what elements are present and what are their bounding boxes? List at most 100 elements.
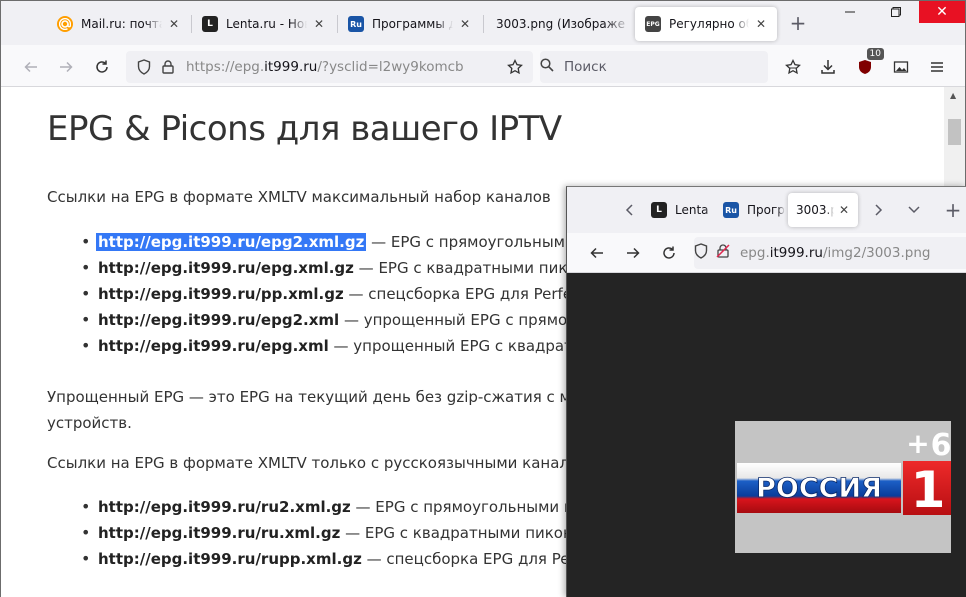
lenta-icon: L bbox=[202, 16, 218, 32]
scrollbar-thumb[interactable] bbox=[948, 119, 961, 145]
page-title: EPG & Picons для вашего IPTV bbox=[47, 109, 562, 149]
menu-button[interactable] bbox=[924, 54, 950, 80]
epg-link[interactable]: http://epg.it999.ru/ru2.xml.gz bbox=[98, 498, 351, 516]
tab-title: 3003.png (Изображе bbox=[496, 17, 625, 31]
shield-icon[interactable] bbox=[136, 59, 152, 75]
close-icon[interactable]: ✕ bbox=[457, 16, 473, 32]
tab-lenta[interactable]: L Lenta bbox=[641, 193, 713, 227]
list-all-tabs-button[interactable] bbox=[901, 197, 927, 223]
logo-plus: + bbox=[906, 427, 929, 460]
bookmark-star-icon[interactable] bbox=[507, 59, 523, 75]
link-description: — EPG с квадратными пикона bbox=[340, 524, 582, 542]
epg-link[interactable]: http://epg.it999.ru/epg2.xml bbox=[98, 311, 339, 329]
tab-title: Прогр bbox=[747, 203, 785, 217]
insecure-lock-icon[interactable] bbox=[716, 244, 730, 262]
navigation-toolbar: epg.it999.ru/img2/3003.png bbox=[567, 233, 966, 273]
chevron-left-icon bbox=[625, 204, 633, 216]
new-tab-button[interactable]: + bbox=[787, 13, 809, 35]
tab-epg-active[interactable]: EPG Регулярно обно ✕ bbox=[635, 7, 777, 41]
list-item: http://epg.it999.ru/rupp.xml.gz — спецсб… bbox=[76, 546, 583, 572]
logo-plus-number: 6 bbox=[931, 428, 951, 463]
image-viewer: РОССИЯ 1 + 6 bbox=[567, 273, 966, 597]
epg-link[interactable]: http://epg.it999.ru/rupp.xml.gz bbox=[98, 550, 362, 568]
tab-mailru[interactable]: Mail.ru: почта, п ✕ bbox=[47, 7, 190, 41]
back-button[interactable] bbox=[18, 54, 44, 80]
list-item: http://epg.it999.ru/epg2.xml — упрощенны… bbox=[76, 307, 589, 333]
link-description: — спецсборка EPG для Perf bbox=[361, 550, 581, 568]
url-domain: it999.ru bbox=[264, 59, 318, 75]
lock-icon[interactable] bbox=[160, 59, 176, 75]
back-arrow-icon bbox=[24, 61, 37, 73]
search-bar[interactable]: Поиск bbox=[540, 51, 768, 83]
epg-link[interactable]: http://epg.it999.ru/epg.xml.gz bbox=[98, 259, 354, 277]
tab-title: Lenta bbox=[675, 203, 709, 217]
maximize-button[interactable] bbox=[873, 1, 919, 23]
tab-strip: L Lenta Ru Прогр 3003.pn ✕ + bbox=[567, 187, 966, 233]
ru-links-list: http://epg.it999.ru/ru2.xml.gz — EPG с п… bbox=[76, 494, 583, 572]
window-close-button[interactable]: ✕ bbox=[919, 1, 965, 23]
tab-strip: Mail.ru: почта, п ✕ L Lenta.ru - Новос ✕… bbox=[1, 1, 965, 45]
tab-scroll-right-button[interactable] bbox=[865, 197, 891, 223]
ublock-extension-button[interactable]: 10 bbox=[852, 48, 884, 80]
address-bar[interactable]: https://epg.it999.ru/?ysclid=l2wy9komcb bbox=[126, 51, 533, 83]
search-placeholder: Поиск bbox=[564, 59, 607, 75]
simplified-epg-text: Упрощенный EPG — это EPG на текущий день… bbox=[47, 388, 581, 406]
minimize-button[interactable] bbox=[827, 1, 873, 23]
hamburger-icon bbox=[931, 62, 943, 72]
navigation-toolbar: https://epg.it999.ru/?ysclid=l2wy9komcb … bbox=[1, 45, 965, 87]
tab-scroll-left-button[interactable] bbox=[617, 197, 643, 223]
forward-button[interactable] bbox=[53, 54, 79, 80]
forward-button[interactable] bbox=[620, 240, 646, 266]
scroll-up-icon[interactable]: ▲ bbox=[950, 91, 956, 100]
back-arrow-icon bbox=[590, 247, 603, 259]
link-description: — упрощенный EPG с прямоу bbox=[339, 311, 577, 329]
url-prefix: https://epg. bbox=[186, 59, 265, 75]
link-description: — EPG с квадратными пико bbox=[353, 259, 577, 277]
epg-icon: EPG bbox=[645, 16, 661, 32]
tab-programs[interactable]: Ru Программы для ✕ bbox=[338, 7, 481, 41]
epg-link[interactable]: http://epg.it999.ru/epg2.xml.gz bbox=[96, 233, 367, 251]
close-icon[interactable]: ✕ bbox=[836, 202, 852, 218]
shield-icon[interactable] bbox=[694, 243, 708, 263]
url-text[interactable]: epg.it999.ru/img2/3003.png bbox=[740, 245, 930, 261]
tab-programs[interactable]: Ru Прогр bbox=[713, 193, 785, 227]
extension-button[interactable] bbox=[888, 54, 914, 80]
tab-title: Программы для bbox=[372, 17, 453, 31]
tab-title: Mail.ru: почта, п bbox=[81, 17, 162, 31]
tab-image[interactable]: 3003.png (Изображе bbox=[484, 7, 631, 41]
minimize-icon bbox=[845, 11, 855, 13]
ru-icon: Ru bbox=[723, 202, 739, 218]
url-path: /?ysclid=l2wy9komcb bbox=[317, 59, 464, 75]
address-bar[interactable]: epg.it999.ru/img2/3003.png bbox=[694, 237, 966, 269]
downloads-button[interactable] bbox=[815, 54, 841, 80]
list-item: http://epg.it999.ru/pp.xml.gz — спецсбор… bbox=[76, 281, 589, 307]
link-description: — EPG с прямоугольными пи bbox=[350, 498, 584, 516]
logo-number: 1 bbox=[911, 461, 946, 519]
new-tab-button[interactable]: + bbox=[940, 197, 966, 223]
epg-link[interactable]: http://epg.it999.ru/pp.xml.gz bbox=[98, 285, 344, 303]
back-button[interactable] bbox=[584, 240, 610, 266]
reload-button[interactable] bbox=[89, 54, 115, 80]
list-item: http://epg.it999.ru/epg2.xml.gz — EPG с … bbox=[76, 229, 589, 255]
reload-icon bbox=[663, 246, 675, 259]
tab-image-active[interactable]: 3003.pn ✕ bbox=[788, 193, 858, 227]
close-icon[interactable]: ✕ bbox=[311, 16, 327, 32]
close-icon[interactable]: ✕ bbox=[166, 16, 182, 32]
tab-lenta[interactable]: L Lenta.ru - Новос ✕ bbox=[192, 7, 335, 41]
url-text[interactable]: https://epg.it999.ru/?ysclid=l2wy9komcb bbox=[186, 59, 464, 75]
link-description: — EPG с прямоугольными п bbox=[366, 233, 590, 251]
pocket-button[interactable] bbox=[780, 54, 806, 80]
mailru-icon bbox=[57, 16, 73, 32]
list-item: http://epg.it999.ru/epg.xml — упрощенный… bbox=[76, 333, 589, 359]
section1-intro: Ссылки на EPG в формате XMLTV максимальн… bbox=[47, 188, 551, 206]
search-icon bbox=[540, 58, 554, 76]
epg-link[interactable]: http://epg.it999.ru/ru.xml.gz bbox=[98, 524, 340, 542]
close-icon[interactable]: ✕ bbox=[753, 16, 769, 32]
link-description: — спецсборка EPG для Perfec bbox=[343, 285, 581, 303]
picture-extension-icon bbox=[893, 61, 909, 73]
epg-links-list: http://epg.it999.ru/epg2.xml.gz — EPG с … bbox=[76, 229, 589, 359]
star-list-icon bbox=[785, 59, 801, 75]
epg-link[interactable]: http://epg.it999.ru/epg.xml bbox=[98, 337, 329, 355]
extension-badge: 10 bbox=[866, 48, 884, 60]
reload-button[interactable] bbox=[656, 240, 682, 266]
